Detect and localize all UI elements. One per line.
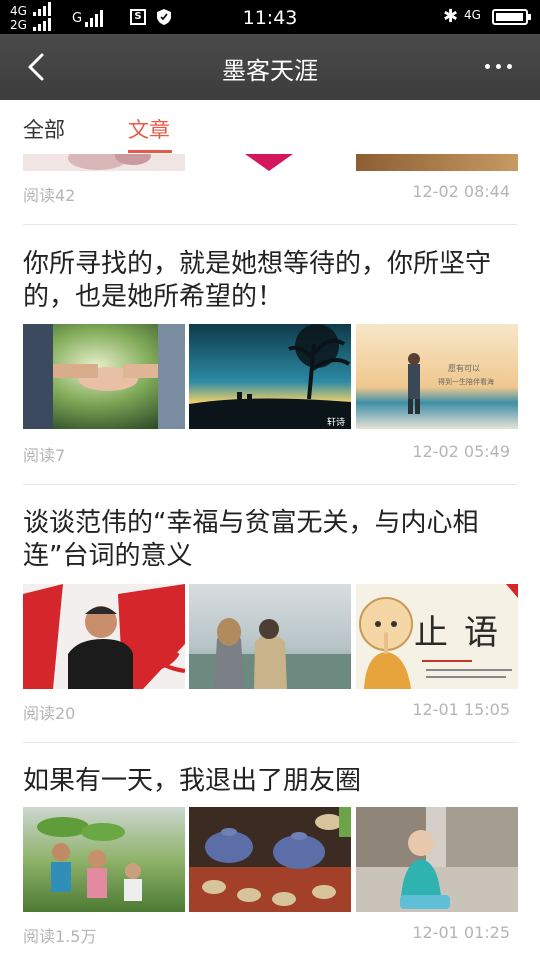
image-caption: 爱 (131, 614, 185, 684)
article-title[interactable]: 如果有一天，我退出了朋友圈 (23, 765, 518, 798)
article-thumbnail[interactable] (189, 584, 351, 689)
status-bar: 4G 2G G S 11:43 ✱ 4G (0, 0, 540, 34)
article-thumbnail[interactable] (23, 154, 185, 171)
image-caption: 止 (414, 613, 448, 653)
publish-time: 12-01 01:25 (412, 923, 510, 942)
image-caption: 愿有可以 (448, 363, 480, 373)
tab-bar: 全部 文章 (0, 100, 540, 154)
tab-all[interactable]: 全部 (23, 114, 65, 144)
article-title[interactable]: 谈谈范伟的“幸福与贫富无关，与内心相连”台词的意义 (23, 507, 518, 573)
watermark: 轩诗 (327, 416, 345, 428)
tab-articles[interactable]: 文章 (128, 114, 170, 144)
article-feed[interactable]: 阅读42 12-02 08:44 你所寻找的，就是她想等待的，你所坚守的，也是她… (0, 154, 540, 960)
article-thumbnail[interactable]: 止 语 (356, 584, 518, 689)
article-thumbnail[interactable] (356, 807, 518, 912)
divider (23, 484, 517, 485)
divider (23, 224, 517, 225)
article-thumbnail[interactable] (189, 807, 351, 912)
app-header: 墨客天涯 (0, 34, 540, 100)
page-title: 墨客天涯 (222, 57, 318, 85)
article-thumbnail[interactable] (189, 154, 351, 171)
image-caption: 得到一生陪伴看海 (438, 377, 494, 386)
clock: 11:43 (242, 7, 298, 29)
more-options-icon[interactable] (485, 64, 512, 69)
image-caption: 语 (464, 613, 498, 653)
divider (23, 742, 517, 743)
battery-icon (492, 9, 531, 25)
article-title[interactable]: 你所寻找的，就是她想等待的，你所坚守的，也是她所希望的！ (23, 248, 518, 314)
article-thumbnail[interactable]: 轩诗 (189, 324, 351, 429)
active-tab-indicator (128, 150, 172, 153)
article-thumbnail[interactable] (23, 807, 185, 912)
article-thumbnail[interactable] (356, 154, 518, 171)
read-count: 阅读42 (23, 186, 76, 205)
publish-time: 12-01 15:05 (412, 700, 510, 719)
article-thumbnail[interactable] (23, 324, 185, 429)
article-thumbnail[interactable]: 愿有可以 得到一生陪伴看海 (356, 324, 518, 429)
article-thumbnail[interactable]: 爱 (23, 584, 185, 689)
publish-time: 12-02 08:44 (412, 182, 510, 201)
publish-time: 12-02 05:49 (412, 442, 510, 461)
read-count: 阅读1.5万 (23, 927, 97, 946)
network-type-label: 4G (464, 8, 481, 22)
read-count: 阅读20 (23, 704, 76, 723)
read-count: 阅读7 (23, 446, 66, 465)
bluetooth-icon: ✱ (443, 6, 459, 27)
